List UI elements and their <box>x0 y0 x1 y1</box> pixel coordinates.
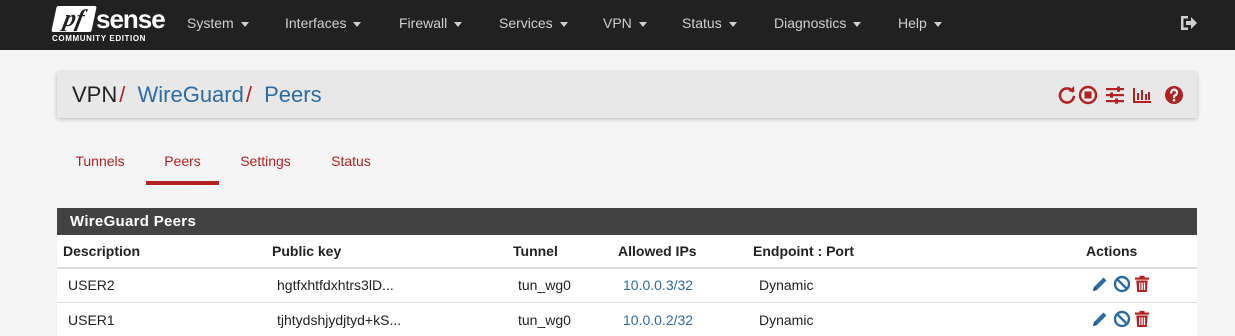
edit-icon[interactable] <box>1091 310 1109 328</box>
column-header-tunnel: Tunnel <box>513 243 558 259</box>
logo-wordmark: sense <box>96 4 166 34</box>
column-header-allowed-ips: Allowed IPs <box>618 243 697 259</box>
help-icon[interactable] <box>1164 85 1184 105</box>
chevron-down-icon <box>638 21 647 27</box>
cell-allowed-ips-link[interactable]: 10.0.0.2/32 <box>623 312 693 328</box>
cell-public-key: hgtfxhtfdxhtrs3lD... <box>277 277 394 293</box>
breadcrumb-peers-link[interactable]: Peers <box>264 82 321 107</box>
table-header-divider <box>57 267 1197 269</box>
disable-icon[interactable] <box>1113 310 1131 328</box>
top-navbar: pf sense COMMUNITY EDITION System Interf… <box>0 0 1235 50</box>
chevron-down-icon <box>559 21 568 27</box>
tab-peers[interactable]: Peers <box>146 140 219 185</box>
cell-description: USER2 <box>68 277 115 293</box>
tab-settings[interactable]: Settings <box>234 140 297 185</box>
row-divider <box>57 302 1197 303</box>
nav-interfaces-label: Interfaces <box>285 15 347 31</box>
cell-tunnel: tun_wg0 <box>518 312 571 328</box>
cell-description: USER1 <box>68 312 115 328</box>
chevron-down-icon <box>853 21 862 27</box>
disable-icon[interactable] <box>1113 275 1131 293</box>
breadcrumb-separator: / <box>245 82 252 107</box>
nav-help-menu[interactable]: Help <box>898 0 942 50</box>
delete-icon[interactable] <box>1133 275 1151 293</box>
cell-endpoint: Dynamic <box>759 312 814 328</box>
pfsense-logo[interactable]: pf sense COMMUNITY EDITION <box>51 4 166 46</box>
logo-pf-mark: pf <box>51 6 97 32</box>
tab-status[interactable]: Status <box>324 140 378 185</box>
breadcrumb-vpn: VPN <box>72 82 118 107</box>
nav-services-menu[interactable]: Services <box>499 0 568 50</box>
column-header-public-key: Public key <box>272 243 342 259</box>
breadcrumb-wireguard-link[interactable]: WireGuard <box>138 82 244 107</box>
column-header-actions: Actions <box>1086 243 1138 259</box>
edit-icon[interactable] <box>1091 275 1109 293</box>
nav-system-label: System <box>187 15 234 31</box>
bar-chart-icon[interactable] <box>1132 85 1152 105</box>
delete-icon[interactable] <box>1133 310 1151 328</box>
nav-services-label: Services <box>499 15 553 31</box>
cell-allowed-ips-link[interactable]: 10.0.0.3/32 <box>623 277 693 293</box>
nav-help-label: Help <box>898 15 927 31</box>
nav-diagnostics-label: Diagnostics <box>774 15 847 31</box>
sign-out-icon[interactable] <box>1178 13 1198 33</box>
column-header-description: Description <box>63 243 141 259</box>
column-header-endpoint-port: Endpoint : Port <box>753 243 855 259</box>
stop-icon[interactable] <box>1078 85 1098 105</box>
peers-panel: WireGuard Peers Description Public key T… <box>57 208 1197 336</box>
nav-firewall-label: Firewall <box>399 15 448 31</box>
sliders-icon[interactable] <box>1105 85 1125 105</box>
panel-title: WireGuard Peers <box>57 208 1197 235</box>
nav-status-label: Status <box>682 15 722 31</box>
restart-icon[interactable] <box>1057 85 1077 105</box>
nav-diagnostics-menu[interactable]: Diagnostics <box>774 0 862 50</box>
chevron-down-icon <box>933 21 942 27</box>
chevron-down-icon <box>240 21 249 27</box>
nav-system-menu[interactable]: System <box>187 0 249 50</box>
chevron-down-icon <box>728 21 737 27</box>
nav-interfaces-menu[interactable]: Interfaces <box>285 0 362 50</box>
nav-status-menu[interactable]: Status <box>682 0 737 50</box>
nav-vpn-menu[interactable]: VPN <box>603 0 647 50</box>
cell-public-key: tjhtydshjydjtyd+kS... <box>277 312 402 328</box>
breadcrumb-bar: VPN/ WireGuard/ Peers <box>57 72 1197 118</box>
chevron-down-icon <box>454 21 463 27</box>
chevron-down-icon <box>353 21 362 27</box>
cell-tunnel: tun_wg0 <box>518 277 571 293</box>
nav-firewall-menu[interactable]: Firewall <box>399 0 463 50</box>
logo-edition: COMMUNITY EDITION <box>52 34 147 43</box>
breadcrumb: VPN/ WireGuard/ Peers <box>72 81 322 109</box>
tab-tunnels[interactable]: Tunnels <box>69 140 131 185</box>
breadcrumb-separator: / <box>119 82 126 107</box>
nav-vpn-label: VPN <box>603 15 632 31</box>
cell-endpoint: Dynamic <box>759 277 814 293</box>
